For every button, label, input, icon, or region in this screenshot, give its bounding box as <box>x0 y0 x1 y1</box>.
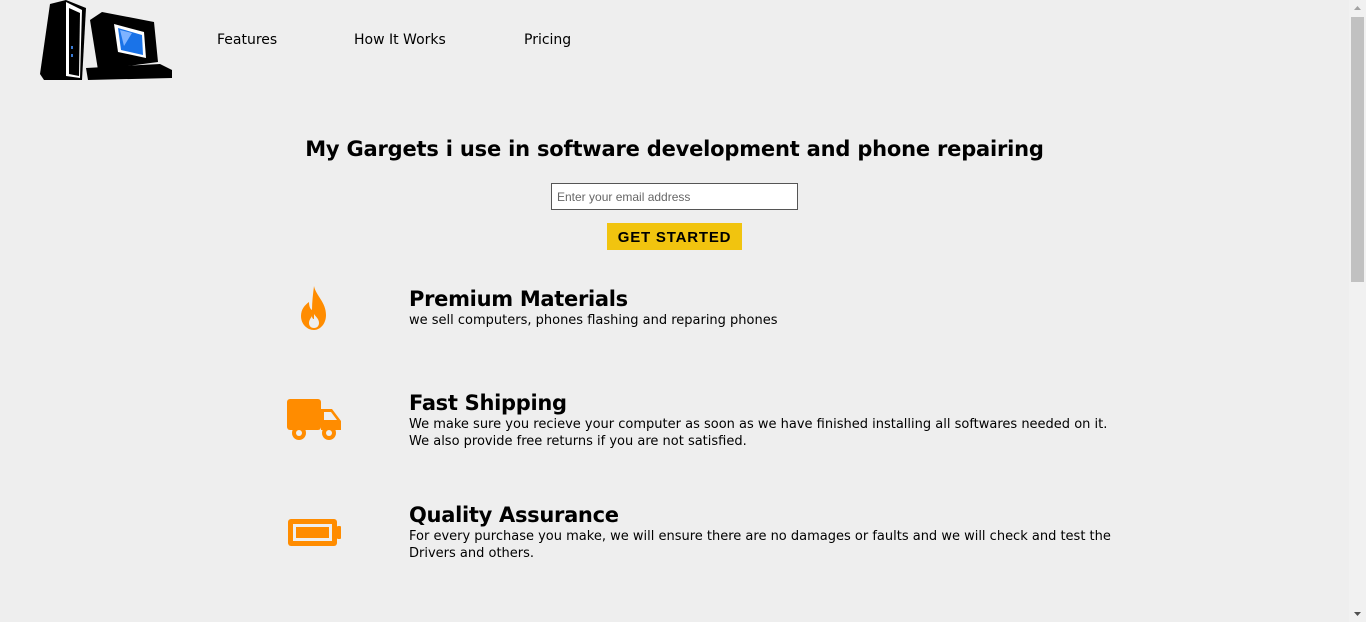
feature-description: For every purchase you make, we will ens… <box>409 529 1111 561</box>
fire-icon <box>301 286 326 330</box>
get-started-button[interactable]: GET STARTED <box>607 223 742 250</box>
landing-page: Features How It Works Pricing My Gargets… <box>0 0 1349 622</box>
truck-icon <box>287 399 341 440</box>
feature-title: Premium Materials <box>409 287 628 311</box>
scroll-down-arrow-icon[interactable] <box>1349 605 1366 622</box>
scroll-up-arrow-icon[interactable] <box>1349 0 1366 17</box>
nav-link-how-it-works[interactable]: How It Works <box>354 32 446 48</box>
nav-link-features[interactable]: Features <box>217 32 277 48</box>
hero-title: My Gargets i use in software development… <box>305 137 1044 161</box>
feature-fast-shipping: Fast Shipping We make sure you recieve y… <box>409 391 1129 450</box>
feature-quality-assurance: Quality Assurance For every purchase you… <box>409 503 1129 562</box>
scrollbar-thumb[interactable] <box>1351 17 1364 282</box>
email-input[interactable] <box>551 183 798 210</box>
computer-logo-icon[interactable] <box>36 0 174 82</box>
feature-description: we sell computers, phones flashing and r… <box>409 313 778 328</box>
page-scrollbar[interactable] <box>1349 0 1366 622</box>
feature-description: We make sure you recieve your computer a… <box>409 417 1108 449</box>
feature-premium-materials: Premium Materials we sell computers, pho… <box>409 287 1129 329</box>
feature-title: Quality Assurance <box>409 503 619 527</box>
battery-icon <box>288 519 341 546</box>
feature-title: Fast Shipping <box>409 391 567 415</box>
nav-link-pricing[interactable]: Pricing <box>524 32 571 48</box>
